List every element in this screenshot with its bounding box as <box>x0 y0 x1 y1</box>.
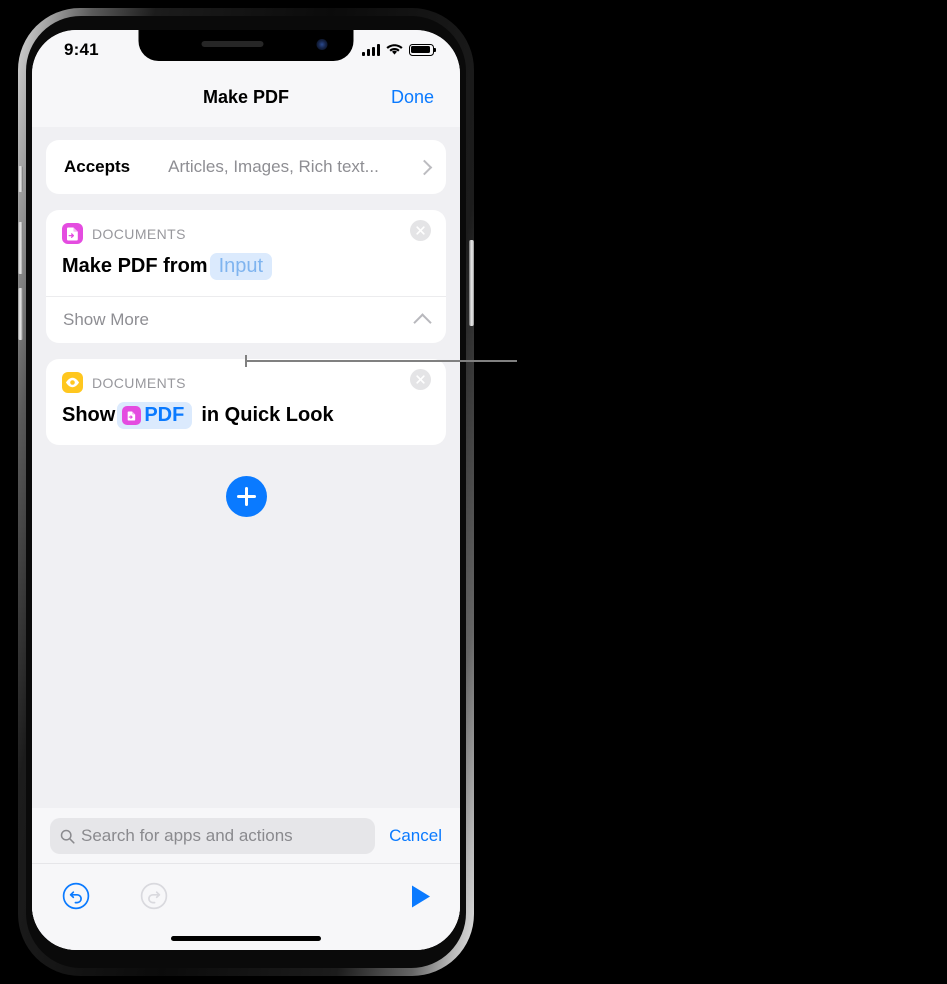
redo-button[interactable] <box>140 882 168 915</box>
status-bar-time: 9:41 <box>64 40 99 59</box>
search-input[interactable]: Search for apps and actions <box>50 818 376 854</box>
home-indicator <box>171 936 321 941</box>
add-action-button[interactable] <box>225 476 267 517</box>
close-circle-icon[interactable] <box>410 220 431 241</box>
accepts-value: Articles, Images, Rich text... <box>168 157 379 176</box>
action-text-before: Make PDF from <box>62 255 208 277</box>
action-header: DOCUMENTS <box>46 210 446 244</box>
pdf-variable-icon <box>122 406 142 425</box>
navigation-bar: Make PDF Done <box>32 74 460 127</box>
search-bar: Search for apps and actions Cancel <box>32 808 460 864</box>
accepts-row[interactable]: Accepts Articles, Images, Rich text... <box>46 140 446 194</box>
play-icon <box>412 885 430 908</box>
accepts-label: Accepts <box>64 157 131 176</box>
redo-icon <box>140 882 168 910</box>
mute-switch-button[interactable] <box>18 166 23 192</box>
undo-button[interactable] <box>62 882 90 915</box>
wifi-icon <box>386 44 403 55</box>
chevron-right-icon <box>416 159 433 175</box>
done-button[interactable]: Done <box>391 87 434 108</box>
search-icon <box>60 829 75 844</box>
cancel-button[interactable]: Cancel <box>389 826 442 846</box>
quick-look-eye-icon <box>62 372 83 393</box>
shortcut-editor-content: Accepts Articles, Images, Rich text... D… <box>32 127 460 950</box>
variable-token-pdf[interactable]: PDF <box>117 402 193 429</box>
action-category-label: DOCUMENTS <box>92 225 186 242</box>
action-card-make-pdf[interactable]: DOCUMENTS Make PDF from Input Show More <box>46 210 446 343</box>
variable-token-input[interactable]: Input <box>209 253 273 280</box>
close-circle-icon[interactable] <box>410 369 431 390</box>
volume-up-button[interactable] <box>18 222 23 274</box>
status-bar-icons <box>362 43 437 56</box>
show-more-label: Show More <box>63 310 149 329</box>
search-placeholder: Search for apps and actions <box>81 826 293 845</box>
bottom-toolbar <box>32 863 460 950</box>
power-button[interactable] <box>469 240 474 326</box>
action-text-before: Show <box>62 404 116 426</box>
add-action-wrap <box>32 476 460 517</box>
make-pdf-icon <box>62 223 83 244</box>
callout-tick <box>245 355 247 367</box>
chevron-up-icon <box>413 312 432 332</box>
iphone-device-frame: 9:41 Make PDF Done Accepts Articles, Ima… <box>18 8 474 976</box>
action-card-quick-look[interactable]: DOCUMENTS Show PDF in Quick Look <box>46 359 446 445</box>
action-text-after: in Quick Look <box>201 404 334 426</box>
cellular-bars-icon <box>362 43 380 56</box>
undo-icon <box>62 882 90 910</box>
action-category-label: DOCUMENTS <box>92 374 186 391</box>
action-title: Show PDF in Quick Look <box>46 393 446 445</box>
variable-token-pdf-label: PDF <box>144 404 185 426</box>
callout-leader-line <box>245 355 517 367</box>
phone-screen: 9:41 Make PDF Done Accepts Articles, Ima… <box>32 30 460 950</box>
device-notch <box>138 30 354 61</box>
earpiece-speaker-icon <box>201 41 263 47</box>
plus-icon <box>236 487 256 506</box>
battery-full-icon <box>409 43 437 56</box>
volume-down-button[interactable] <box>18 288 23 340</box>
front-camera-icon <box>316 39 328 50</box>
show-more-row[interactable]: Show More <box>46 296 446 343</box>
run-button[interactable] <box>410 884 432 914</box>
action-title: Make PDF from Input <box>46 244 446 296</box>
